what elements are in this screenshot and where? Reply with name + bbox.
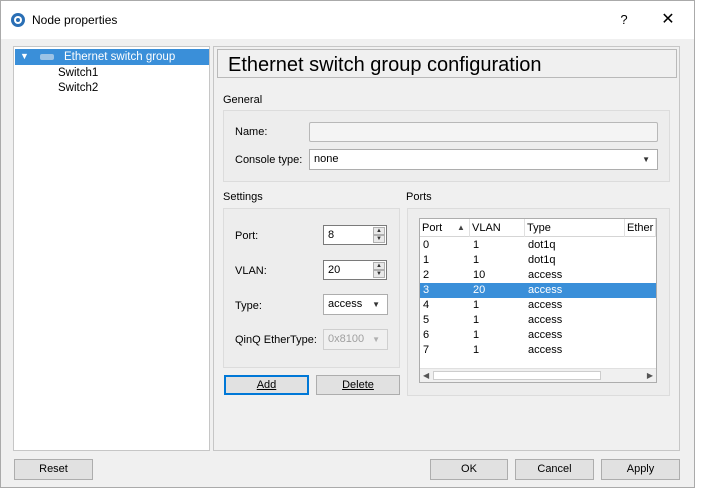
cell-vlan: 1: [473, 239, 480, 251]
close-icon[interactable]: ✕: [653, 7, 683, 33]
cell-vlan: 1: [473, 344, 480, 356]
column-header-port[interactable]: Port ▲: [420, 219, 470, 237]
cell-port: 4: [423, 299, 430, 311]
ports-table[interactable]: Port ▲ VLAN Type Ether 0 1 dot1q 1 1 dot…: [419, 218, 657, 383]
ok-button[interactable]: OK: [430, 459, 508, 480]
add-button[interactable]: Add: [224, 375, 309, 395]
tree-item-ethernet-switch-group[interactable]: ▼ Ethernet switch group: [15, 49, 209, 65]
cell-port: 3: [423, 284, 430, 296]
delete-button[interactable]: Delete: [316, 375, 400, 395]
cell-vlan: 1: [473, 329, 480, 341]
settings-group-label: Settings: [223, 191, 263, 203]
cell-type: dot1q: [528, 239, 556, 251]
spin-up-icon[interactable]: ▲: [373, 227, 385, 235]
cell-type: access: [528, 269, 563, 281]
type-value: access: [328, 298, 363, 310]
column-header-vlan[interactable]: VLAN: [470, 219, 525, 237]
cell-port: 2: [423, 269, 430, 281]
apply-button[interactable]: Apply: [601, 459, 680, 480]
general-group-label: General: [223, 94, 263, 106]
general-groupbox: [223, 110, 670, 182]
console-type-select[interactable]: none ▼: [309, 149, 658, 170]
console-type-value: none: [314, 153, 339, 165]
spin-down-icon[interactable]: ▼: [373, 235, 385, 243]
ports-group-label: Ports: [406, 191, 432, 203]
config-header: Ethernet switch group configuration: [217, 49, 677, 78]
cell-type: access: [528, 314, 563, 326]
cell-type: access: [528, 329, 563, 341]
table-row-selected[interactable]: 3 20 access: [420, 283, 656, 298]
column-header-type[interactable]: Type: [525, 219, 625, 237]
port-spinbox[interactable]: 8 ▲ ▼: [323, 225, 387, 245]
cell-port: 6: [423, 329, 430, 341]
qinq-ethertype-label: QinQ EtherType:: [235, 334, 317, 346]
type-select[interactable]: access ▼: [323, 294, 388, 315]
chevron-down-icon[interactable]: ▼: [20, 51, 29, 61]
port-value: 8: [328, 229, 335, 241]
name-label: Name:: [235, 126, 268, 138]
table-row[interactable]: 7 1 access: [420, 343, 656, 358]
app-icon: [11, 13, 25, 27]
vlan-label: VLAN:: [235, 265, 267, 277]
cell-vlan: 1: [473, 314, 480, 326]
add-button-label: Add: [256, 379, 277, 391]
spin-down-icon[interactable]: ▼: [373, 270, 385, 278]
tree-item-switch1[interactable]: Switch1: [58, 67, 98, 79]
node-tree[interactable]: ▼ Ethernet switch group Switch1 Switch2: [13, 46, 210, 451]
delete-button-label: Delete: [342, 379, 374, 391]
console-type-label: Console type:: [235, 154, 303, 166]
qinq-ethertype-value: 0x8100: [328, 333, 365, 345]
help-button[interactable]: ?: [609, 7, 639, 33]
sort-ascending-icon: ▲: [457, 223, 465, 232]
cancel-button[interactable]: Cancel: [515, 459, 594, 480]
window-title: Node properties: [32, 13, 118, 27]
table-row[interactable]: 2 10 access: [420, 268, 656, 283]
chevron-down-icon: ▼: [372, 335, 380, 344]
cell-vlan: 1: [473, 254, 480, 266]
page-title: Ethernet switch group configuration: [228, 54, 542, 76]
type-label: Type:: [235, 300, 262, 312]
cell-port: 7: [423, 344, 430, 356]
column-header-label: Port: [422, 222, 443, 234]
chevron-down-icon: ▼: [372, 300, 380, 309]
vlan-spinbox[interactable]: 20 ▲ ▼: [323, 260, 387, 280]
cell-type: dot1q: [528, 254, 556, 266]
table-header: Port ▲ VLAN Type Ether: [420, 219, 656, 237]
table-row[interactable]: 5 1 access: [420, 313, 656, 328]
cell-type: access: [528, 284, 563, 296]
cell-port: 5: [423, 314, 430, 326]
vlan-value: 20: [328, 264, 341, 276]
scroll-left-icon[interactable]: ◀: [423, 371, 429, 380]
column-header-ethertype[interactable]: Ether: [625, 219, 656, 237]
title-bar: Node properties ? ✕: [1, 1, 694, 39]
node-properties-dialog: Node properties ? ✕ ▼ Ethernet switch gr…: [0, 0, 695, 488]
cell-type: access: [528, 299, 563, 311]
qinq-ethertype-select: 0x8100 ▼: [323, 329, 388, 350]
cell-vlan: 20: [473, 284, 486, 296]
cell-type: access: [528, 344, 563, 356]
table-row[interactable]: 1 1 dot1q: [420, 253, 656, 268]
scroll-right-icon[interactable]: ▶: [647, 371, 653, 380]
spin-up-icon[interactable]: ▲: [373, 262, 385, 270]
name-field[interactable]: [309, 122, 658, 142]
reset-button[interactable]: Reset: [14, 459, 93, 480]
switch-icon: [40, 54, 54, 60]
table-row[interactable]: 4 1 access: [420, 298, 656, 313]
cell-vlan: 10: [473, 269, 486, 281]
cell-port: 1: [423, 254, 430, 266]
scrollbar-thumb[interactable]: [433, 371, 601, 380]
chevron-down-icon: ▼: [642, 155, 650, 164]
table-row[interactable]: 0 1 dot1q: [420, 238, 656, 253]
tree-item-switch2[interactable]: Switch2: [58, 82, 98, 94]
horizontal-scrollbar[interactable]: ◀ ▶: [420, 368, 656, 382]
cell-vlan: 1: [473, 299, 480, 311]
tree-item-label: Ethernet switch group: [64, 51, 176, 63]
table-row[interactable]: 6 1 access: [420, 328, 656, 343]
port-label: Port:: [235, 230, 259, 242]
cell-port: 0: [423, 239, 430, 251]
